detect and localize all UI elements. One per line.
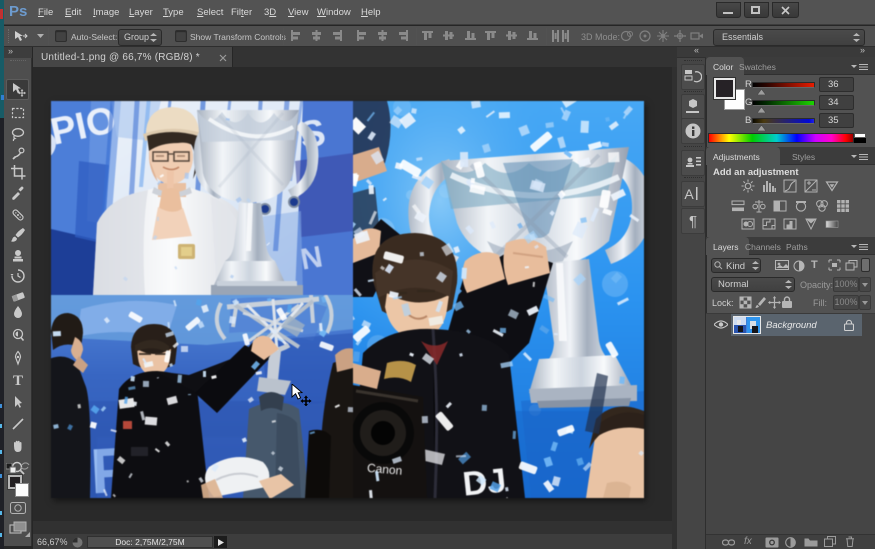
svg-text:A: A	[684, 186, 694, 202]
svg-text:¶: ¶	[689, 213, 697, 230]
svg-text:T: T	[13, 373, 23, 388]
